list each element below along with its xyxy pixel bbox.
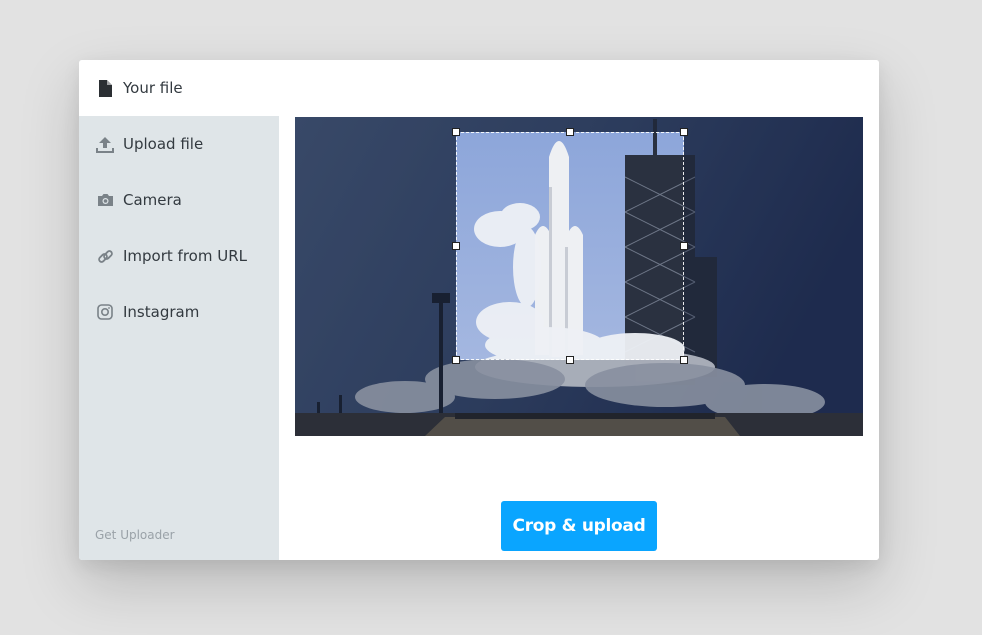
document-icon <box>95 78 115 98</box>
get-uploader-link[interactable]: Get Uploader <box>95 528 175 542</box>
sidebar-item-instagram[interactable]: Instagram <box>79 284 279 340</box>
sidebar-item-label: Your file <box>123 79 183 97</box>
upload-icon <box>95 134 115 154</box>
crop-selection[interactable] <box>452 128 688 364</box>
sidebar-item-your-file[interactable]: Your file <box>79 60 279 116</box>
crop-handle-top[interactable] <box>566 128 574 136</box>
sidebar-item-label: Camera <box>123 191 182 209</box>
sidebar: Your file Upload file Camera Import from… <box>79 60 279 560</box>
camera-icon <box>95 190 115 210</box>
sidebar-item-label: Upload file <box>123 135 204 153</box>
sidebar-item-label: Instagram <box>123 303 200 321</box>
image-preview <box>295 117 863 436</box>
main-panel: Crop & upload <box>279 60 879 560</box>
sidebar-item-import-url[interactable]: Import from URL <box>79 228 279 284</box>
upload-dialog: Your file Upload file Camera Import from… <box>79 60 879 560</box>
sidebar-item-label: Import from URL <box>123 247 247 265</box>
sidebar-item-upload-file[interactable]: Upload file <box>79 116 279 172</box>
crop-handle-right[interactable] <box>680 242 688 250</box>
crop-upload-button[interactable]: Crop & upload <box>501 501 657 551</box>
sidebar-item-camera[interactable]: Camera <box>79 172 279 228</box>
crop-handle-bottom[interactable] <box>566 356 574 364</box>
crop-handle-bottom-left[interactable] <box>452 356 460 364</box>
instagram-icon <box>95 302 115 322</box>
crop-handle-left[interactable] <box>452 242 460 250</box>
crop-handle-top-right[interactable] <box>680 128 688 136</box>
link-icon <box>95 246 115 266</box>
crop-handle-bottom-right[interactable] <box>680 356 688 364</box>
crop-handle-top-left[interactable] <box>452 128 460 136</box>
